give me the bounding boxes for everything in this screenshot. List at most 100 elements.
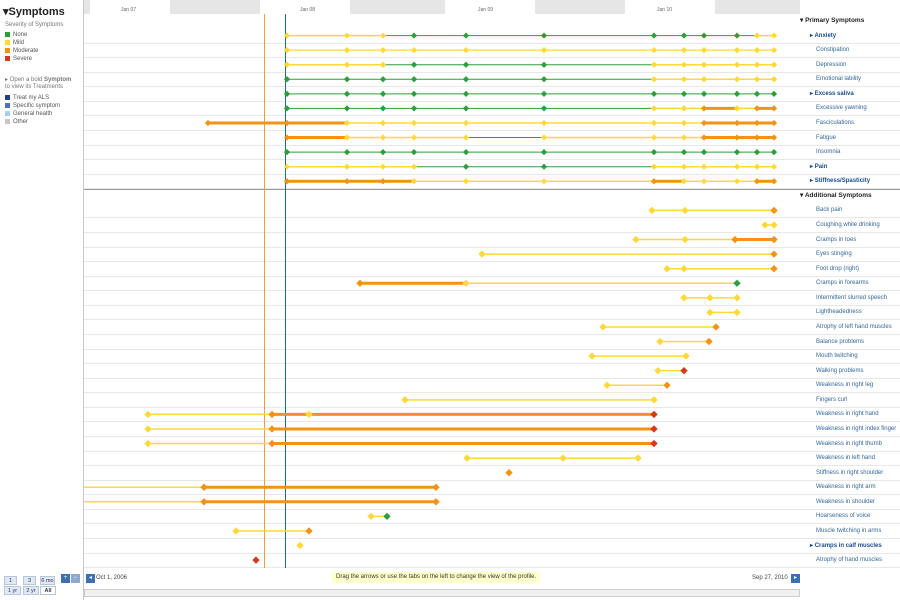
severity-marker <box>540 105 548 112</box>
severity-marker <box>770 76 778 83</box>
severity-marker <box>559 454 567 462</box>
severity-marker <box>770 265 778 273</box>
severity-marker <box>379 76 387 83</box>
severity-marker <box>753 178 761 185</box>
severity-marker <box>343 47 351 54</box>
severity-marker <box>733 178 741 185</box>
severity-marker <box>663 381 671 389</box>
severity-marker <box>343 105 351 112</box>
severity-marker <box>650 163 658 170</box>
severity-marker <box>680 119 688 127</box>
severity-marker <box>379 90 387 97</box>
severity-marker <box>700 149 708 156</box>
severity-marker <box>432 483 440 491</box>
severity-marker <box>462 163 470 170</box>
severity-marker <box>283 149 291 156</box>
severity-marker <box>634 454 642 462</box>
severity-marker <box>680 47 688 54</box>
scroll-right-arrow-icon[interactable]: ▸ <box>791 574 800 583</box>
severity-marker <box>700 134 708 141</box>
severity-marker <box>540 134 548 141</box>
severity-marker <box>432 498 440 506</box>
severity-marker <box>663 265 671 273</box>
severity-marker <box>681 235 689 244</box>
severity-marker <box>770 32 778 39</box>
severity-marker <box>268 425 276 433</box>
severity-marker <box>410 119 418 127</box>
zoom-in-button[interactable]: + <box>61 574 70 583</box>
severity-marker <box>680 367 688 375</box>
severity-marker <box>268 410 276 419</box>
severity-marker <box>462 76 470 83</box>
severity-marker <box>770 235 778 244</box>
timeline-scrollbar[interactable] <box>84 589 800 597</box>
severity-marker <box>463 454 471 462</box>
severity-marker <box>650 32 658 39</box>
severity-marker <box>410 47 418 54</box>
severity-marker <box>540 163 548 170</box>
zoom-1yr-button[interactable]: 1 yr <box>4 586 21 595</box>
severity-marker <box>680 76 688 83</box>
severity-marker <box>540 61 548 68</box>
severity-marker <box>648 206 656 215</box>
severity-marker <box>680 178 688 185</box>
severity-marker <box>770 47 778 54</box>
severity-marker <box>599 323 607 331</box>
severity-marker <box>401 396 409 404</box>
zoom-all-button[interactable]: All <box>40 586 56 595</box>
zoom-6mo-button[interactable]: 6 mo <box>40 576 55 585</box>
scroll-left-arrow-icon[interactable]: ◂ <box>86 574 95 583</box>
severity-marker <box>761 221 769 229</box>
severity-marker <box>733 308 741 317</box>
zoom-3mo-button[interactable]: 3 mo <box>23 576 36 593</box>
severity-marker <box>462 47 470 54</box>
severity-marker <box>283 119 291 127</box>
severity-marker <box>700 105 708 112</box>
severity-marker <box>379 47 387 54</box>
severity-marker <box>733 105 741 112</box>
severity-marker <box>770 206 778 215</box>
severity-marker <box>410 134 418 141</box>
severity-marker <box>733 47 741 54</box>
severity-marker <box>478 250 486 258</box>
severity-marker <box>733 90 741 97</box>
severity-marker <box>410 76 418 83</box>
severity-marker <box>283 61 291 68</box>
severity-marker <box>283 90 291 97</box>
severity-marker <box>379 61 387 68</box>
severity-marker <box>680 105 688 112</box>
severity-marker <box>379 178 387 185</box>
severity-marker <box>770 178 778 185</box>
zoom-1mo-button[interactable]: 1 mo <box>4 576 17 593</box>
severity-marker <box>462 119 470 127</box>
severity-marker <box>540 32 548 39</box>
timeline-controls: 1 mo 3 mo 6 mo 1 yr 2 yr All + − ◂ Oct 1… <box>0 568 900 600</box>
zoom-out-button[interactable]: − <box>71 574 80 583</box>
severity-marker <box>733 76 741 83</box>
severity-marker <box>283 105 291 112</box>
severity-marker <box>654 367 662 375</box>
severity-marker <box>682 352 690 360</box>
severity-marker <box>540 178 548 185</box>
severity-marker <box>410 163 418 170</box>
severity-marker <box>733 279 741 287</box>
severity-marker <box>356 279 364 287</box>
severity-marker <box>540 76 548 83</box>
severity-marker <box>144 425 152 433</box>
severity-marker <box>283 76 291 83</box>
severity-marker <box>410 61 418 68</box>
severity-marker <box>588 352 596 360</box>
severity-marker <box>540 119 548 127</box>
severity-marker <box>706 294 714 302</box>
severity-marker <box>680 149 688 156</box>
severity-marker <box>379 119 387 127</box>
severity-marker <box>650 76 658 83</box>
severity-marker <box>410 32 418 39</box>
zoom-2yr-button[interactable]: 2 yr <box>23 586 39 595</box>
severity-marker <box>700 163 708 170</box>
severity-marker <box>650 105 658 112</box>
severity-marker <box>305 410 313 419</box>
severity-marker <box>343 178 351 185</box>
severity-marker <box>462 178 470 185</box>
severity-marker <box>144 439 152 448</box>
